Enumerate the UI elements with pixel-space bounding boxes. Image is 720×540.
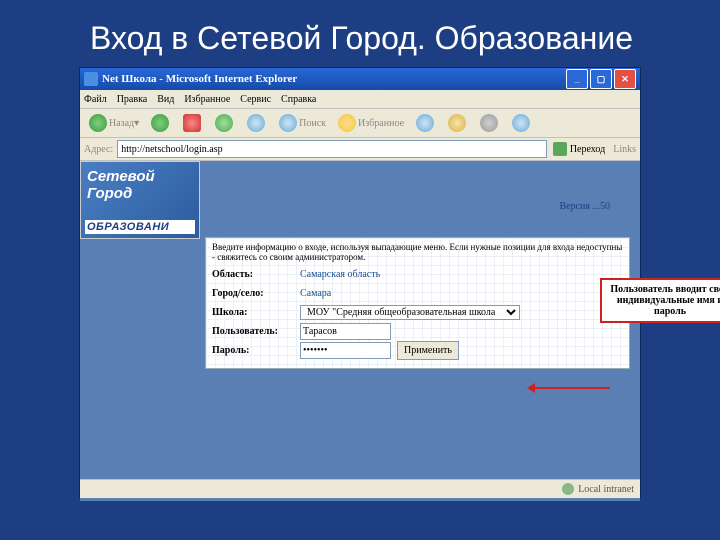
mail-icon xyxy=(448,114,466,132)
window-title: Net Школа - Microsoft Internet Explorer xyxy=(102,73,297,85)
security-zone: Local intranet xyxy=(562,483,634,495)
region-label: Область: xyxy=(212,269,300,280)
logo-line1: Сетевой xyxy=(87,168,193,185)
minimize-button[interactable]: _ xyxy=(566,69,588,89)
password-input[interactable] xyxy=(300,342,391,359)
callout-arrow xyxy=(530,387,610,389)
ie-icon xyxy=(84,72,98,86)
row-password: Пароль: Применить xyxy=(212,341,623,359)
maximize-button[interactable]: ▢ xyxy=(590,69,612,89)
favorites-label: Избранное xyxy=(358,118,404,129)
title-accent: Сетевой Город. Образование xyxy=(197,20,633,56)
address-bar: Адрес: http://netschool/login.asp Перехо… xyxy=(80,138,640,161)
menu-tools[interactable]: Сервис xyxy=(240,94,271,105)
home-icon xyxy=(247,114,265,132)
school-label: Школа: xyxy=(212,307,300,318)
back-button[interactable]: Назад ▾ xyxy=(84,111,144,135)
print-button[interactable] xyxy=(475,111,505,135)
forward-icon xyxy=(151,114,169,132)
print-icon xyxy=(480,114,498,132)
browser-window: Net Школа - Microsoft Internet Explorer … xyxy=(79,67,641,499)
city-label: Город/село: xyxy=(212,288,300,299)
page-content: Сетевой Город ОБРАЗОВАНИ Версия ...50 Вв… xyxy=(80,161,640,501)
zone-label: Local intranet xyxy=(578,484,634,495)
search-label: Поиск xyxy=(299,118,326,129)
go-label: Переход xyxy=(570,144,605,155)
stop-icon xyxy=(183,114,201,132)
address-field[interactable]: http://netschool/login.asp xyxy=(117,140,547,158)
back-label: Назад xyxy=(109,118,134,129)
refresh-button[interactable] xyxy=(210,111,240,135)
version-text: Версия ...50 xyxy=(560,201,611,212)
refresh-icon xyxy=(215,114,233,132)
mail-button[interactable] xyxy=(443,111,473,135)
region-value[interactable]: Самарская область xyxy=(300,269,380,280)
toolbar: Назад ▾ Поиск Избранное xyxy=(80,109,640,138)
row-school: Школа: МОУ "Средняя общеобразовательная … xyxy=(212,303,623,321)
logo-education: ОБРАЗОВАНИ xyxy=(85,220,195,234)
home-button[interactable] xyxy=(242,111,272,135)
slide-title: Вход в Сетевой Город. Образование xyxy=(0,0,720,67)
site-logo: Сетевой Город ОБРАЗОВАНИ xyxy=(80,161,200,239)
menu-view[interactable]: Вид xyxy=(157,94,174,105)
back-icon xyxy=(89,114,107,132)
stop-button[interactable] xyxy=(178,111,208,135)
logo-line2: Город xyxy=(87,185,193,202)
edit-button[interactable] xyxy=(507,111,537,135)
star-icon xyxy=(338,114,356,132)
menu-file[interactable]: Файл xyxy=(84,94,107,105)
favorites-button[interactable]: Избранное xyxy=(333,111,409,135)
address-value: http://netschool/login.asp xyxy=(121,144,222,155)
menu-bar: Файл Правка Вид Избранное Сервис Справка xyxy=(80,90,640,109)
status-bar: Local intranet xyxy=(80,479,640,498)
row-region: Область: Самарская область xyxy=(212,265,623,283)
menu-edit[interactable]: Правка xyxy=(117,94,148,105)
menu-favorites[interactable]: Избранное xyxy=(184,94,230,105)
go-icon xyxy=(553,142,567,156)
login-form: Введите информацию о входе, используя вы… xyxy=(205,237,630,369)
form-hint: Введите информацию о входе, используя вы… xyxy=(212,242,623,262)
history-icon xyxy=(416,114,434,132)
search-icon xyxy=(279,114,297,132)
password-label: Пароль: xyxy=(212,345,300,356)
city-value[interactable]: Самара xyxy=(300,288,331,299)
title-prefix: Вход в xyxy=(90,20,197,56)
submit-button[interactable]: Применить xyxy=(397,341,459,360)
titlebar[interactable]: Net Школа - Microsoft Internet Explorer … xyxy=(80,68,640,90)
forward-button[interactable] xyxy=(146,111,176,135)
links-label[interactable]: Links xyxy=(613,144,636,155)
row-city: Город/село: Самара xyxy=(212,284,623,302)
row-user: Пользователь: xyxy=(212,322,623,340)
callout-box: Пользователь вводит свои индивидуальные … xyxy=(600,278,720,323)
close-button[interactable]: ✕ xyxy=(614,69,636,89)
edit-icon xyxy=(512,114,530,132)
school-select[interactable]: МОУ "Средняя общеобразовательная школа xyxy=(300,305,520,320)
user-label: Пользователь: xyxy=(212,326,300,337)
go-button[interactable]: Переход xyxy=(553,142,605,156)
user-input[interactable] xyxy=(300,323,391,340)
zone-icon xyxy=(562,483,574,495)
address-label: Адрес: xyxy=(84,144,113,155)
menu-help[interactable]: Справка xyxy=(281,94,316,105)
search-button[interactable]: Поиск xyxy=(274,111,331,135)
history-button[interactable] xyxy=(411,111,441,135)
